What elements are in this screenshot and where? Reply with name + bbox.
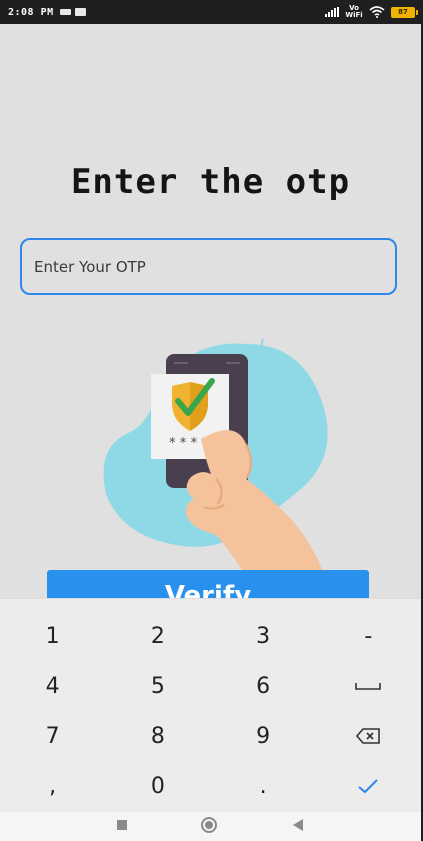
home-circle-icon[interactable] (200, 816, 218, 838)
keyboard-grid: 123- 456 789,0. (0, 599, 421, 811)
checkmark-icon (358, 779, 379, 794)
navigation-bar (0, 812, 421, 841)
key-9[interactable]: 9 (211, 711, 316, 761)
vowifi-label: Vo WiFi (345, 4, 363, 19)
key-4[interactable]: 4 (0, 661, 105, 711)
otp-input[interactable] (20, 238, 397, 295)
mail-icon (74, 8, 86, 16)
key-7[interactable]: 7 (0, 711, 105, 761)
back-triangle-icon[interactable] (291, 818, 305, 836)
key-1[interactable]: 1 (0, 611, 105, 661)
page-title: Enter the otp (70, 162, 351, 202)
backspace-icon (356, 728, 381, 744)
key-3[interactable]: 3 (211, 611, 316, 661)
key-5[interactable]: 5 (105, 661, 210, 711)
key-6[interactable]: 6 (211, 661, 316, 711)
backspace-key[interactable] (316, 711, 421, 761)
key-symbol-14[interactable]: . (211, 761, 316, 811)
key-0[interactable]: 0 (105, 761, 210, 811)
space-icon (355, 683, 382, 690)
status-bar: 2:08 PM Vo WiFi 87 (0, 0, 423, 24)
wifi-icon (369, 6, 385, 18)
key-2[interactable]: 2 (105, 611, 210, 661)
space-key[interactable] (316, 661, 421, 711)
battery-icon: 87 (391, 6, 418, 18)
done-key[interactable] (316, 761, 421, 811)
recents-square-icon[interactable] (116, 819, 128, 835)
key-symbol-12[interactable]: , (0, 761, 105, 811)
key-symbol-3[interactable]: - (316, 611, 421, 661)
otp-screen: Enter the otp **** Verify (0, 24, 421, 624)
numeric-keyboard: 123- 456 789,0. (0, 598, 421, 812)
signal-icon (325, 7, 339, 17)
key-8[interactable]: 8 (105, 711, 210, 761)
message-icon (59, 9, 71, 15)
status-time: 2:08 PM (8, 6, 54, 18)
